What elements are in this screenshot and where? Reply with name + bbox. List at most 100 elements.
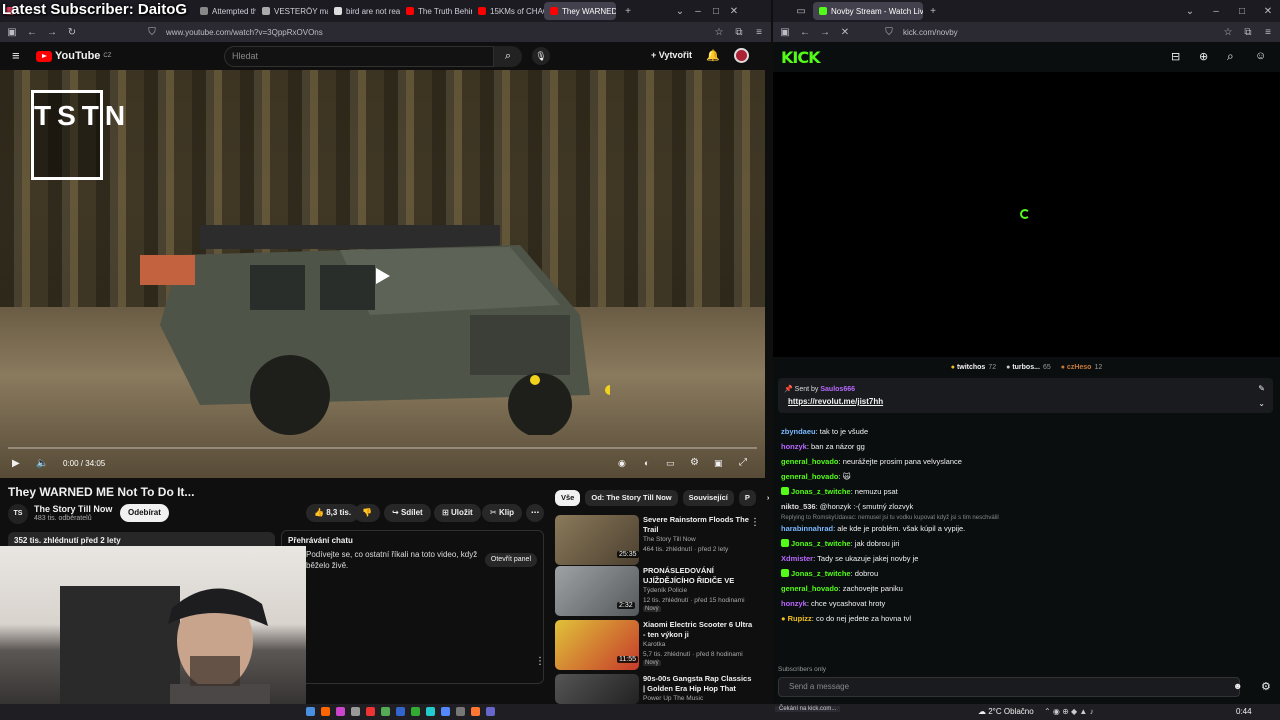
subtitles-icon[interactable]: ▭ (666, 458, 675, 469)
taskbar-app-icon[interactable] (396, 707, 405, 716)
miniplayer-icon[interactable]: ▣ (714, 458, 723, 469)
chip-more[interactable]: P (738, 490, 756, 506)
video-progress-bar[interactable] (8, 447, 757, 449)
tab-list-icon[interactable]: ⌄ (674, 6, 686, 17)
user-icon[interactable]: ☺ (1255, 50, 1266, 62)
taskbar-app-icon[interactable] (456, 707, 465, 716)
menu-icon[interactable]: ≡ (1262, 27, 1274, 38)
close-window-icon[interactable]: ✕ (1262, 6, 1274, 17)
settings-gear-icon[interactable]: ⚙ (690, 457, 699, 468)
browser-tab[interactable]: Attempted the C (194, 2, 256, 20)
autoplay-toggle[interactable]: ◉ (618, 458, 626, 469)
reload-icon[interactable]: ↻ (66, 27, 78, 38)
play-icon[interactable]: ▶ (12, 458, 20, 469)
sidebar-icon[interactable]: ▣ (6, 27, 18, 38)
hamburger-menu-icon[interactable]: ≡ (12, 48, 20, 63)
browser-tab[interactable]: 15KMs of CHAOS (472, 2, 544, 20)
fullscreen-icon[interactable]: ⤢ (739, 457, 747, 468)
bookmark-star-icon[interactable]: ☆ (713, 27, 725, 38)
extensions-icon[interactable]: ⧉ (1242, 27, 1254, 38)
unpin-icon[interactable]: ✎ (1258, 384, 1265, 393)
recommendation-item[interactable]: 25:35 Severe Rainstorm Floods The Trail … (555, 515, 765, 565)
taskbar-app-icon[interactable] (366, 707, 375, 716)
gift-icon[interactable]: ⊟ (1171, 50, 1180, 63)
channel-avatar[interactable]: TS (8, 504, 28, 524)
recommendation-item[interactable]: 2:32 PRONÁSLEDOVÁNÍ UJÍŽDĚJÍCÍHO ŘIDIČE … (555, 566, 765, 616)
more-vert-icon[interactable]: ⋮ (535, 656, 545, 667)
channel-name[interactable]: The Story Till Now (34, 504, 112, 514)
chat-input[interactable]: Send a message (778, 677, 1240, 697)
browser-tab-active[interactable]: Novby Stream - Watch Live on K (813, 2, 923, 20)
maximize-icon[interactable]: □ (1236, 6, 1248, 17)
back-icon[interactable]: ← (799, 27, 811, 38)
minimize-icon[interactable]: – (692, 6, 704, 17)
kick-video-player[interactable] (773, 72, 1280, 357)
youtube-logo[interactable]: YouTube CZ (36, 50, 111, 62)
taskbar-app-icon[interactable] (321, 707, 330, 716)
recommendation-thumbnail[interactable] (555, 674, 639, 704)
leaderboard-entry[interactable]: ● turbos... 65 (1006, 364, 1051, 371)
taskbar-app-icon[interactable] (441, 707, 450, 716)
sidebar-icon[interactable]: ▣ (779, 27, 791, 38)
more-actions-icon[interactable]: ⋯ (526, 504, 544, 522)
avatar[interactable] (734, 48, 749, 63)
create-button[interactable]: + Vytvořit (651, 50, 692, 60)
emoji-icon[interactable]: ☻ (1233, 681, 1242, 691)
taskbar-app-icon[interactable] (336, 707, 345, 716)
open-panel-button[interactable]: Otevřít panel (484, 553, 537, 567)
recommendation-item[interactable]: 11:55 Xiaomi Electric Scooter 6 Ultra - … (555, 620, 765, 670)
volume-icon[interactable]: 🔈 (36, 458, 48, 469)
chip-all[interactable]: Vše (555, 490, 581, 506)
recommendation-item[interactable]: 90s-00s Gangsta Rap Classics | Golden Er… (555, 674, 765, 704)
tab-list-icon[interactable]: ▭ (795, 6, 807, 17)
taskbar-app-icon[interactable] (381, 707, 390, 716)
taskbar-app-icon[interactable] (426, 707, 435, 716)
shield-icon[interactable]: ⛉ (883, 27, 895, 38)
search-input[interactable]: Hledat (224, 46, 494, 67)
new-tab-icon[interactable]: + (927, 6, 939, 17)
taskbar-app-icon[interactable] (486, 707, 495, 716)
kick-logo[interactable]: KICK (781, 48, 820, 67)
weather-widget[interactable]: ☁ 2°C Oblačno (978, 707, 1034, 716)
toggle-switch[interactable]: ◐ (644, 458, 649, 468)
pinned-link[interactable]: https://revolut.me/jist7hh (788, 397, 883, 406)
more-vert-icon[interactable]: ⋮ (750, 517, 760, 528)
leaderboard-entry[interactable]: ● twitchos 72 (951, 364, 996, 371)
reply-context[interactable]: Replying to RomskyUdavac: nemusel jsi tu… (781, 514, 1271, 523)
notifications-bell-icon[interactable]: 🔔 (706, 49, 720, 62)
taskbar-app-icon[interactable] (411, 707, 420, 716)
subscribe-button[interactable]: Odebírat (120, 504, 169, 522)
search-icon[interactable]: ⌕ (1227, 49, 1234, 64)
chip-from-channel[interactable]: Od: The Story Till Now (585, 490, 678, 506)
browser-tab[interactable]: bird are not real (328, 2, 400, 20)
clock[interactable]: 0:44 (1236, 707, 1252, 716)
shield-icon[interactable]: ⛉ (146, 27, 158, 38)
taskbar-app-icon[interactable] (471, 707, 480, 716)
chat-settings-gear-icon[interactable]: ⚙ (1261, 680, 1271, 693)
dislike-button[interactable]: 👎 (354, 504, 380, 522)
forward-icon[interactable]: → (46, 27, 58, 38)
tab-dropdown-icon[interactable]: ⌄ (1184, 6, 1196, 17)
share-button[interactable]: ↪ Sdílet (384, 504, 431, 522)
clip-button[interactable]: ✂ Klip (482, 504, 523, 522)
maximize-icon[interactable]: □ (710, 6, 722, 17)
minimize-icon[interactable]: – (1210, 6, 1222, 17)
menu-icon[interactable]: ≡ (753, 27, 765, 38)
microphone-icon[interactable]: 🎙 (532, 47, 550, 65)
like-button[interactable]: 👍 8,3 tis. (306, 504, 360, 522)
leaderboard-entry[interactable]: ● czHeso 12 (1061, 364, 1103, 371)
bookmark-star-icon[interactable]: ☆ (1222, 27, 1234, 38)
video-player[interactable]: TSTN (0, 70, 765, 478)
browser-tab-active[interactable]: They WARNED M (544, 2, 616, 20)
browser-tab[interactable]: VESTERÖY matra (256, 2, 328, 20)
big-play-icon[interactable] (372, 266, 392, 286)
taskbar-app-icon[interactable] (351, 707, 360, 716)
stop-loading-icon[interactable]: ✕ (839, 27, 851, 38)
globe-icon[interactable]: ⊕ (1199, 50, 1208, 63)
new-tab-icon[interactable]: + (622, 6, 634, 17)
extensions-icon[interactable]: ⧉ (733, 27, 745, 38)
search-icon[interactable]: ⌕ (494, 46, 522, 67)
system-tray-icons[interactable]: ⌃ ◉ ⊕ ◆ ▲ ♪ (1044, 707, 1094, 716)
chip-related[interactable]: Související (682, 490, 734, 506)
save-button[interactable]: ⊞ Uložit (434, 504, 481, 522)
